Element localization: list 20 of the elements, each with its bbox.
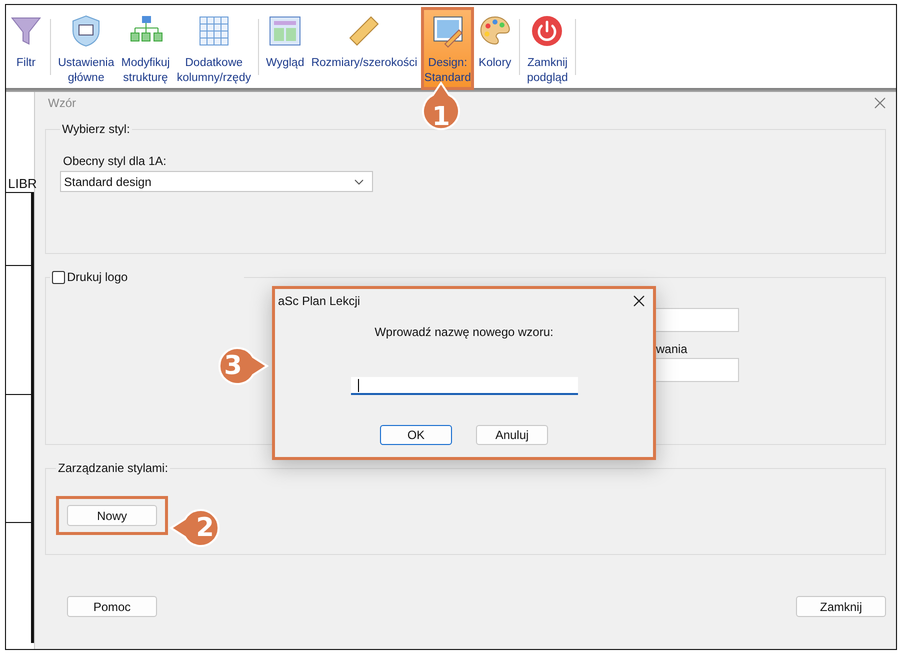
field-label: Obecny styl dla 1A: bbox=[63, 154, 168, 168]
toolbar-button[interactable]: Design: Standard bbox=[421, 7, 474, 90]
toolbar-button[interactable]: Modyfikuj strukturę bbox=[118, 7, 173, 90]
dialog-button[interactable]: Zamknij bbox=[796, 596, 886, 617]
style-dropdown[interactable]: Standard design bbox=[60, 171, 373, 192]
dialog-button[interactable]: OK bbox=[380, 425, 452, 445]
toolbar-button[interactable]: Filtr bbox=[6, 7, 46, 75]
new-button[interactable]: Nowy bbox=[67, 505, 157, 526]
dialog-button[interactable]: Pomoc bbox=[67, 596, 157, 617]
column-header: LIBR bbox=[8, 176, 37, 191]
prompt-title: aSc Plan Lekcji bbox=[278, 294, 360, 308]
prompt-message: Wprowadź nazwę nowego wzoru: bbox=[374, 325, 554, 339]
toolbar-button[interactable]: Rozmiary/szerokości bbox=[308, 7, 420, 90]
dialog-button[interactable]: Anuluj bbox=[476, 425, 548, 445]
toolbar-button[interactable]: Wygląd bbox=[262, 7, 308, 90]
dialog-title: Wzór bbox=[48, 96, 76, 110]
group-legend: Zarządzanie stylami: bbox=[56, 461, 170, 475]
group-legend: Wybierz styl: bbox=[60, 122, 132, 136]
checkbox-label: Drukuj logo bbox=[67, 270, 128, 284]
field-label: wania bbox=[656, 342, 688, 356]
